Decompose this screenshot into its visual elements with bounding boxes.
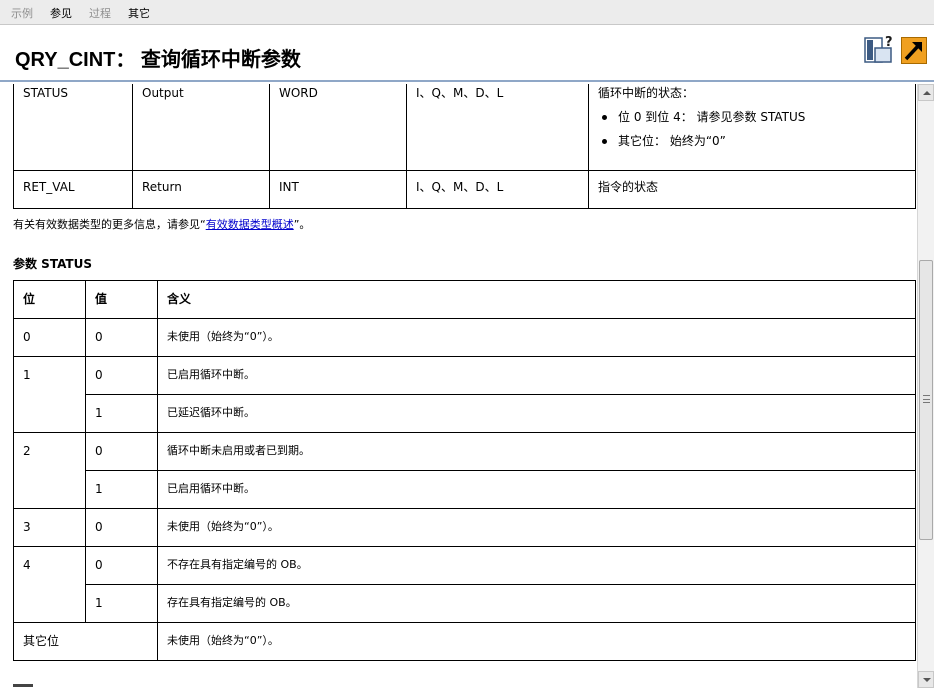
meaning-cell: 已启用循环中断。 <box>157 470 916 509</box>
meaning-cell: 未使用（始终为“0”）。 <box>157 318 916 357</box>
top-tab-bar: 示例 参见 过程 其它 <box>0 0 934 25</box>
jump-arrow-icon[interactable] <box>901 34 927 66</box>
next-section-heading-clipped <box>13 681 43 687</box>
table-row: 1 存在具有指定编号的 OB。 <box>14 584 916 623</box>
bit-cell: 4 <box>13 546 86 623</box>
param-description: 循环中断的状态： 位 0 到位 4： 请参见参数 STATUS 其它位： 始终为… <box>588 84 916 171</box>
help-window-icon[interactable]: ? <box>864 34 896 66</box>
content-area: STATUS Output WORD I、Q、M、D、L 循环中断的状态： 位 … <box>0 84 917 688</box>
table-row: 1 0 已启用循环中断。 <box>13 356 916 433</box>
param-data-type: INT <box>269 170 407 209</box>
bit-cell: 2 <box>13 432 86 509</box>
column-header-bit: 位 <box>13 280 86 319</box>
value-cell: 1 <box>85 584 158 623</box>
grip-icon <box>923 395 930 403</box>
value-cell: 0 <box>85 546 158 585</box>
table-row: 2 0 循环中断未启用或者已到期。 <box>13 432 916 509</box>
meaning-cell: 已延迟循环中断。 <box>157 394 916 433</box>
tab-examples[interactable]: 示例 <box>11 7 33 20</box>
value-cell: 0 <box>85 356 158 395</box>
bit-cell: 3 <box>13 508 86 547</box>
bit-cell: 1 <box>13 356 86 433</box>
value-cell: 0 <box>85 432 158 471</box>
table-row: 1 已延迟循环中断。 <box>14 394 916 433</box>
status-section-title: 参数 STATUS <box>13 257 93 271</box>
param-name: STATUS <box>13 84 133 171</box>
data-types-overview-link[interactable]: 有效数据类型概述 <box>206 218 294 231</box>
scroll-down-button[interactable] <box>918 671 934 688</box>
description-bullets: 位 0 到位 4： 请参见参数 STATUS 其它位： 始终为“0” <box>598 109 906 149</box>
table-row: STATUS Output WORD I、Q、M、D、L 循环中断的状态： 位 … <box>13 84 916 171</box>
vertical-scrollbar[interactable] <box>917 84 934 688</box>
meaning-cell: 未使用（始终为“0”）。 <box>157 622 916 661</box>
parameters-table: STATUS Output WORD I、Q、M、D、L 循环中断的状态： 位 … <box>13 84 916 209</box>
arrow-down-icon <box>923 678 931 682</box>
value-cell: 0 <box>85 318 158 357</box>
table-row: 1 已启用循环中断。 <box>14 470 916 509</box>
note-suffix: ”。 <box>293 218 311 231</box>
tab-other[interactable]: 其它 <box>128 7 150 20</box>
meaning-cell: 已启用循环中断。 <box>157 356 916 395</box>
svg-text:?: ? <box>885 35 893 50</box>
meaning-cell: 循环中断未启用或者已到期。 <box>157 432 916 471</box>
table-row: 3 0 未使用（始终为“0”）。 <box>13 508 916 547</box>
description-text: 循环中断的状态： <box>598 86 695 100</box>
bit-cell: 0 <box>13 318 86 357</box>
meaning-cell: 存在具有指定编号的 OB。 <box>157 584 916 623</box>
status-table: 位 值 含义 0 0 未使用（始终为“0”）。 1 0 已启用循环中断。 1 已… <box>13 280 916 661</box>
param-memory-area: I、Q、M、D、L <box>406 84 589 171</box>
table-row: 其它位 未使用（始终为“0”）。 <box>13 622 916 661</box>
tab-see-also[interactable]: 参见 <box>50 7 72 20</box>
param-data-type: WORD <box>269 84 407 171</box>
scrollbar-thumb[interactable] <box>919 260 933 540</box>
param-declaration: Return <box>132 170 270 209</box>
arrow-up-icon <box>923 91 931 95</box>
meaning-cell: 未使用（始终为“0”）。 <box>157 508 916 547</box>
note-prefix: 有关有效数据类型的更多信息，请参见“ <box>13 218 206 231</box>
tab-procedure[interactable]: 过程 <box>89 7 111 20</box>
table-row: 0 0 未使用（始终为“0”）。 <box>13 318 916 357</box>
page-title: QRY_CINT： 查询循环中断参数 <box>15 49 301 71</box>
table-row: RET_VAL Return INT I、Q、M、D、L 指令的状态 <box>13 170 916 209</box>
data-types-note: 有关有效数据类型的更多信息，请参见“有效数据类型概述”。 <box>13 216 310 232</box>
bullet-item: 位 0 到位 4： 请参见参数 STATUS <box>598 109 906 125</box>
param-memory-area: I、Q、M、D、L <box>406 170 589 209</box>
column-header-meaning: 含义 <box>157 280 916 319</box>
table-row: 4 0 不存在具有指定编号的 OB。 <box>13 546 916 623</box>
meaning-cell: 不存在具有指定编号的 OB。 <box>157 546 916 585</box>
value-cell: 1 <box>85 394 158 433</box>
bit-cell: 其它位 <box>13 622 158 661</box>
param-declaration: Output <box>132 84 270 171</box>
table-header-row: 位 值 含义 <box>13 280 916 319</box>
param-name: RET_VAL <box>13 170 133 209</box>
column-header-value: 值 <box>85 280 158 319</box>
value-cell: 1 <box>85 470 158 509</box>
bullet-item: 其它位： 始终为“0” <box>598 133 906 149</box>
value-cell: 0 <box>85 508 158 547</box>
scroll-up-button[interactable] <box>918 84 934 101</box>
param-description: 指令的状态 <box>588 170 916 209</box>
page-header: QRY_CINT： 查询循环中断参数 <box>0 25 934 82</box>
